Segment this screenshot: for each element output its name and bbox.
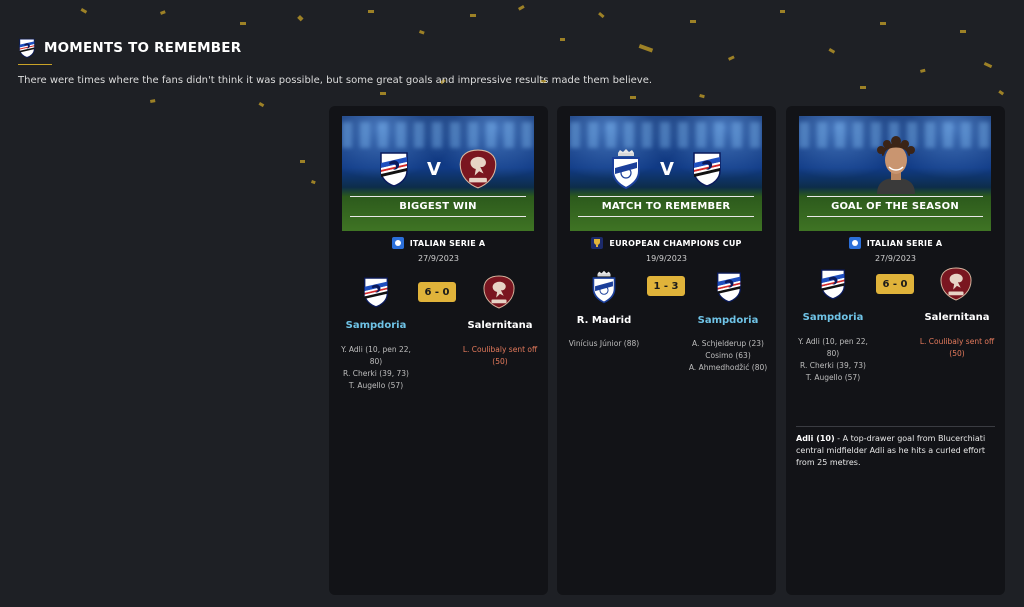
player-portrait-icon: [877, 136, 915, 194]
score-badge: 6 - 0: [876, 274, 914, 294]
away-team-name[interactable]: Salernitana: [455, 320, 545, 331]
away-scorers: A. Schjelderup (23) Cosimo (63) A. Ahmed…: [683, 338, 773, 374]
home-team-name[interactable]: Sampdoria: [331, 320, 421, 331]
sampdoria-crest-icon: [18, 38, 36, 58]
stadium-lights: [342, 122, 534, 148]
match-date: 27/9/2023: [874, 254, 917, 263]
match-date: 19/9/2023: [645, 254, 688, 263]
match-date: 27/9/2023: [417, 254, 460, 263]
event-line: (50): [949, 349, 965, 358]
away-team-name[interactable]: Sampdoria: [683, 315, 773, 326]
salernitana-crest-icon: [459, 149, 497, 189]
scorer-line: Cosimo (63): [705, 351, 751, 360]
divider: [796, 426, 995, 427]
competition[interactable]: ITALIAN SERIE A: [329, 237, 548, 249]
moment-card-biggest-win[interactable]: V BIGGEST WIN ITALIAN SERIE A 27/9/2023 …: [329, 106, 548, 595]
home-team-name[interactable]: Sampdoria: [788, 312, 878, 323]
banner: V BIGGEST WIN: [342, 116, 534, 231]
sampdoria-crest-icon[interactable]: [363, 276, 389, 308]
sampdoria-crest-icon[interactable]: [820, 268, 846, 300]
home-scorers: Vinícius Júnior (88): [559, 338, 649, 350]
serie-a-icon: [848, 237, 861, 249]
stadium-lights: [570, 122, 762, 148]
scorer-line: A. Schjelderup (23): [692, 339, 764, 348]
scorer-line: 80): [826, 349, 840, 358]
competition[interactable]: ITALIAN SERIE A: [786, 237, 1005, 249]
salernitana-crest-icon[interactable]: [483, 275, 515, 309]
real-madrid-crest-icon: [610, 149, 642, 189]
scorer-line: 80): [369, 357, 383, 366]
scorer-line: R. Cherki (39, 73): [343, 369, 409, 378]
real-madrid-crest-icon[interactable]: [591, 270, 617, 304]
away-events: L. Coulibaly sent off (50): [455, 344, 545, 368]
sampdoria-crest-icon: [692, 151, 722, 187]
banner-label: MATCH TO REMEMBER: [601, 201, 731, 212]
scorer-line: T. Augello (57): [805, 373, 861, 382]
home-scorers: Y. Adli (10, pen 22, 80) R. Cherki (39, …: [331, 344, 421, 392]
banner-label: BIGGEST WIN: [399, 201, 477, 212]
goal-scorer[interactable]: Adli (10): [796, 434, 835, 443]
banner-label: GOAL OF THE SEASON: [831, 201, 959, 212]
scorer-line: Y. Adli (10, pen 22,: [341, 345, 411, 354]
page-header: MOMENTS TO REMEMBER: [18, 38, 241, 65]
champions-cup-icon: [591, 237, 604, 249]
home-team-name[interactable]: R. Madrid: [559, 315, 649, 326]
scorer-line: Y. Adli (10, pen 22,: [798, 337, 868, 346]
scorer-line: R. Cherki (39, 73): [800, 361, 866, 370]
event-line: L. Coulibaly sent off: [462, 345, 538, 354]
competition-name: ITALIAN SERIE A: [409, 238, 486, 248]
event-line: L. Coulibaly sent off: [919, 337, 995, 346]
page-subtitle: There were times where the fans didn't t…: [18, 75, 653, 86]
salernitana-crest-icon[interactable]: [940, 267, 972, 301]
competition[interactable]: EUROPEAN CHAMPIONS CUP: [557, 237, 776, 249]
competition-name: ITALIAN SERIE A: [866, 238, 943, 248]
away-team-name[interactable]: Salernitana: [912, 312, 1002, 323]
scorer-line: Vinícius Júnior (88): [568, 339, 640, 348]
sampdoria-crest-icon[interactable]: [716, 271, 742, 303]
banner: V MATCH TO REMEMBER: [570, 116, 762, 231]
serie-a-icon: [391, 237, 404, 249]
competition-name: EUROPEAN CHAMPIONS CUP: [609, 238, 742, 248]
sampdoria-crest-icon: [379, 151, 409, 187]
scorer-line: T. Augello (57): [348, 381, 404, 390]
title-underline: [18, 64, 52, 65]
score-badge: 6 - 0: [418, 282, 456, 302]
versus-label: V: [427, 158, 441, 180]
away-events: L. Coulibaly sent off (50): [912, 336, 1002, 360]
versus-label: V: [660, 158, 674, 180]
page-title: MOMENTS TO REMEMBER: [44, 40, 242, 56]
goal-description: Adli (10) - A top-drawer goal from Bluce…: [796, 433, 996, 469]
score-badge: 1 - 3: [647, 276, 685, 296]
banner: GOAL OF THE SEASON: [799, 116, 991, 231]
moment-card-goal-of-the-season[interactable]: GOAL OF THE SEASON ITALIAN SERIE A 27/9/…: [786, 106, 1005, 595]
home-scorers: Y. Adli (10, pen 22, 80) R. Cherki (39, …: [788, 336, 878, 384]
event-line: (50): [492, 357, 508, 366]
scorer-line: A. Ahmedhodžić (80): [688, 363, 768, 372]
moment-card-match-to-remember[interactable]: V MATCH TO REMEMBER EUROPEAN CHAMPIONS C…: [557, 106, 776, 595]
